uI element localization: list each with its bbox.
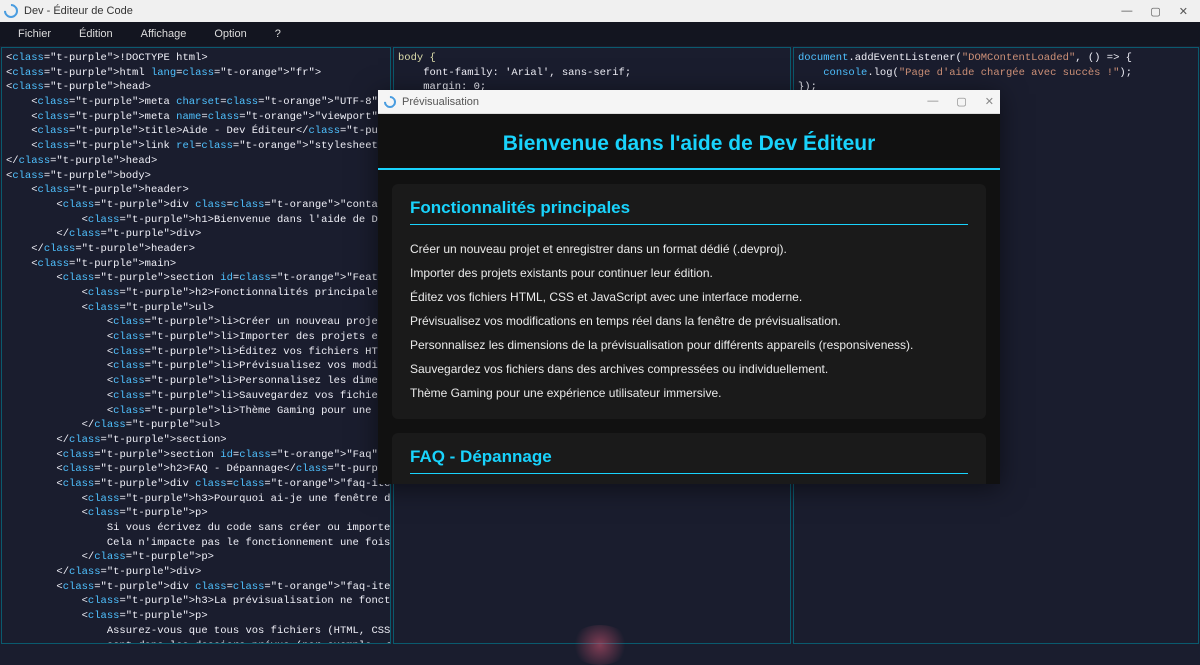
preview-app-icon <box>382 93 399 110</box>
menu-option[interactable]: Option <box>214 28 246 40</box>
menubar: Fichier Édition Affichage Option ? <box>0 22 1200 46</box>
app-icon <box>1 1 21 21</box>
feature-item: Thème Gaming pour une expérience utilisa… <box>410 381 968 405</box>
js-l2: console.log("Page d'aide chargée avec su… <box>798 67 1132 79</box>
html-code[interactable]: <class="t-purple">!DOCTYPE html> <class=… <box>2 48 390 644</box>
maximize-icon[interactable]: ▢ <box>1150 5 1160 18</box>
preview-features-section: Fonctionnalités principales Créer un nou… <box>392 184 986 419</box>
preview-body[interactable]: Bienvenue dans l'aide de Dev Éditeur Fon… <box>378 114 1000 484</box>
preview-faq-section: FAQ - Dépannage <box>392 433 986 484</box>
close-icon[interactable]: ✕ <box>1179 5 1188 18</box>
preview-h1: Bienvenue dans l'aide de Dev Éditeur <box>388 132 990 156</box>
feature-item: Créer un nouveau projet et enregistrer d… <box>410 237 968 261</box>
menu-view[interactable]: Affichage <box>141 28 187 40</box>
feature-item: Prévisualisez vos modifications en temps… <box>410 309 968 333</box>
preview-maximize-icon[interactable]: ▢ <box>956 95 966 108</box>
menu-edit[interactable]: Édition <box>79 28 113 40</box>
js-l1: document.addEventListener("DOMContentLoa… <box>798 52 1132 64</box>
html-editor-pane[interactable]: <class="t-purple">!DOCTYPE html> <class=… <box>1 47 391 644</box>
preview-close-icon[interactable]: ✕ <box>985 95 994 108</box>
css-l1: body { <box>398 52 436 64</box>
decorative-glow <box>570 625 630 665</box>
preview-title: Prévisualisation <box>402 96 479 108</box>
feature-item: Importer des projets existants pour cont… <box>410 261 968 285</box>
preview-faq-title: FAQ - Dépannage <box>410 447 968 474</box>
feature-item: Éditez vos fichiers HTML, CSS et JavaScr… <box>410 285 968 309</box>
preview-section-title: Fonctionnalités principales <box>410 198 968 225</box>
preview-minimize-icon[interactable]: — <box>927 95 938 108</box>
menu-help[interactable]: ? <box>275 28 281 40</box>
menu-file[interactable]: Fichier <box>18 28 51 40</box>
feature-item: Personnalisez les dimensions de la prévi… <box>410 333 968 357</box>
feature-item: Sauvegardez vos fichiers dans des archiv… <box>410 357 968 381</box>
window-titlebar: Dev - Éditeur de Code — ▢ ✕ <box>0 0 1200 22</box>
features-list: Créer un nouveau projet et enregistrer d… <box>410 237 968 405</box>
preview-window: Prévisualisation — ▢ ✕ Bienvenue dans l'… <box>378 90 1000 484</box>
preview-header: Bienvenue dans l'aide de Dev Éditeur <box>378 114 1000 170</box>
preview-titlebar[interactable]: Prévisualisation — ▢ ✕ <box>378 90 1000 114</box>
css-l2: font-family: 'Arial', sans-serif; <box>398 67 631 79</box>
minimize-icon[interactable]: — <box>1121 5 1132 18</box>
window-title: Dev - Éditeur de Code <box>24 5 133 17</box>
